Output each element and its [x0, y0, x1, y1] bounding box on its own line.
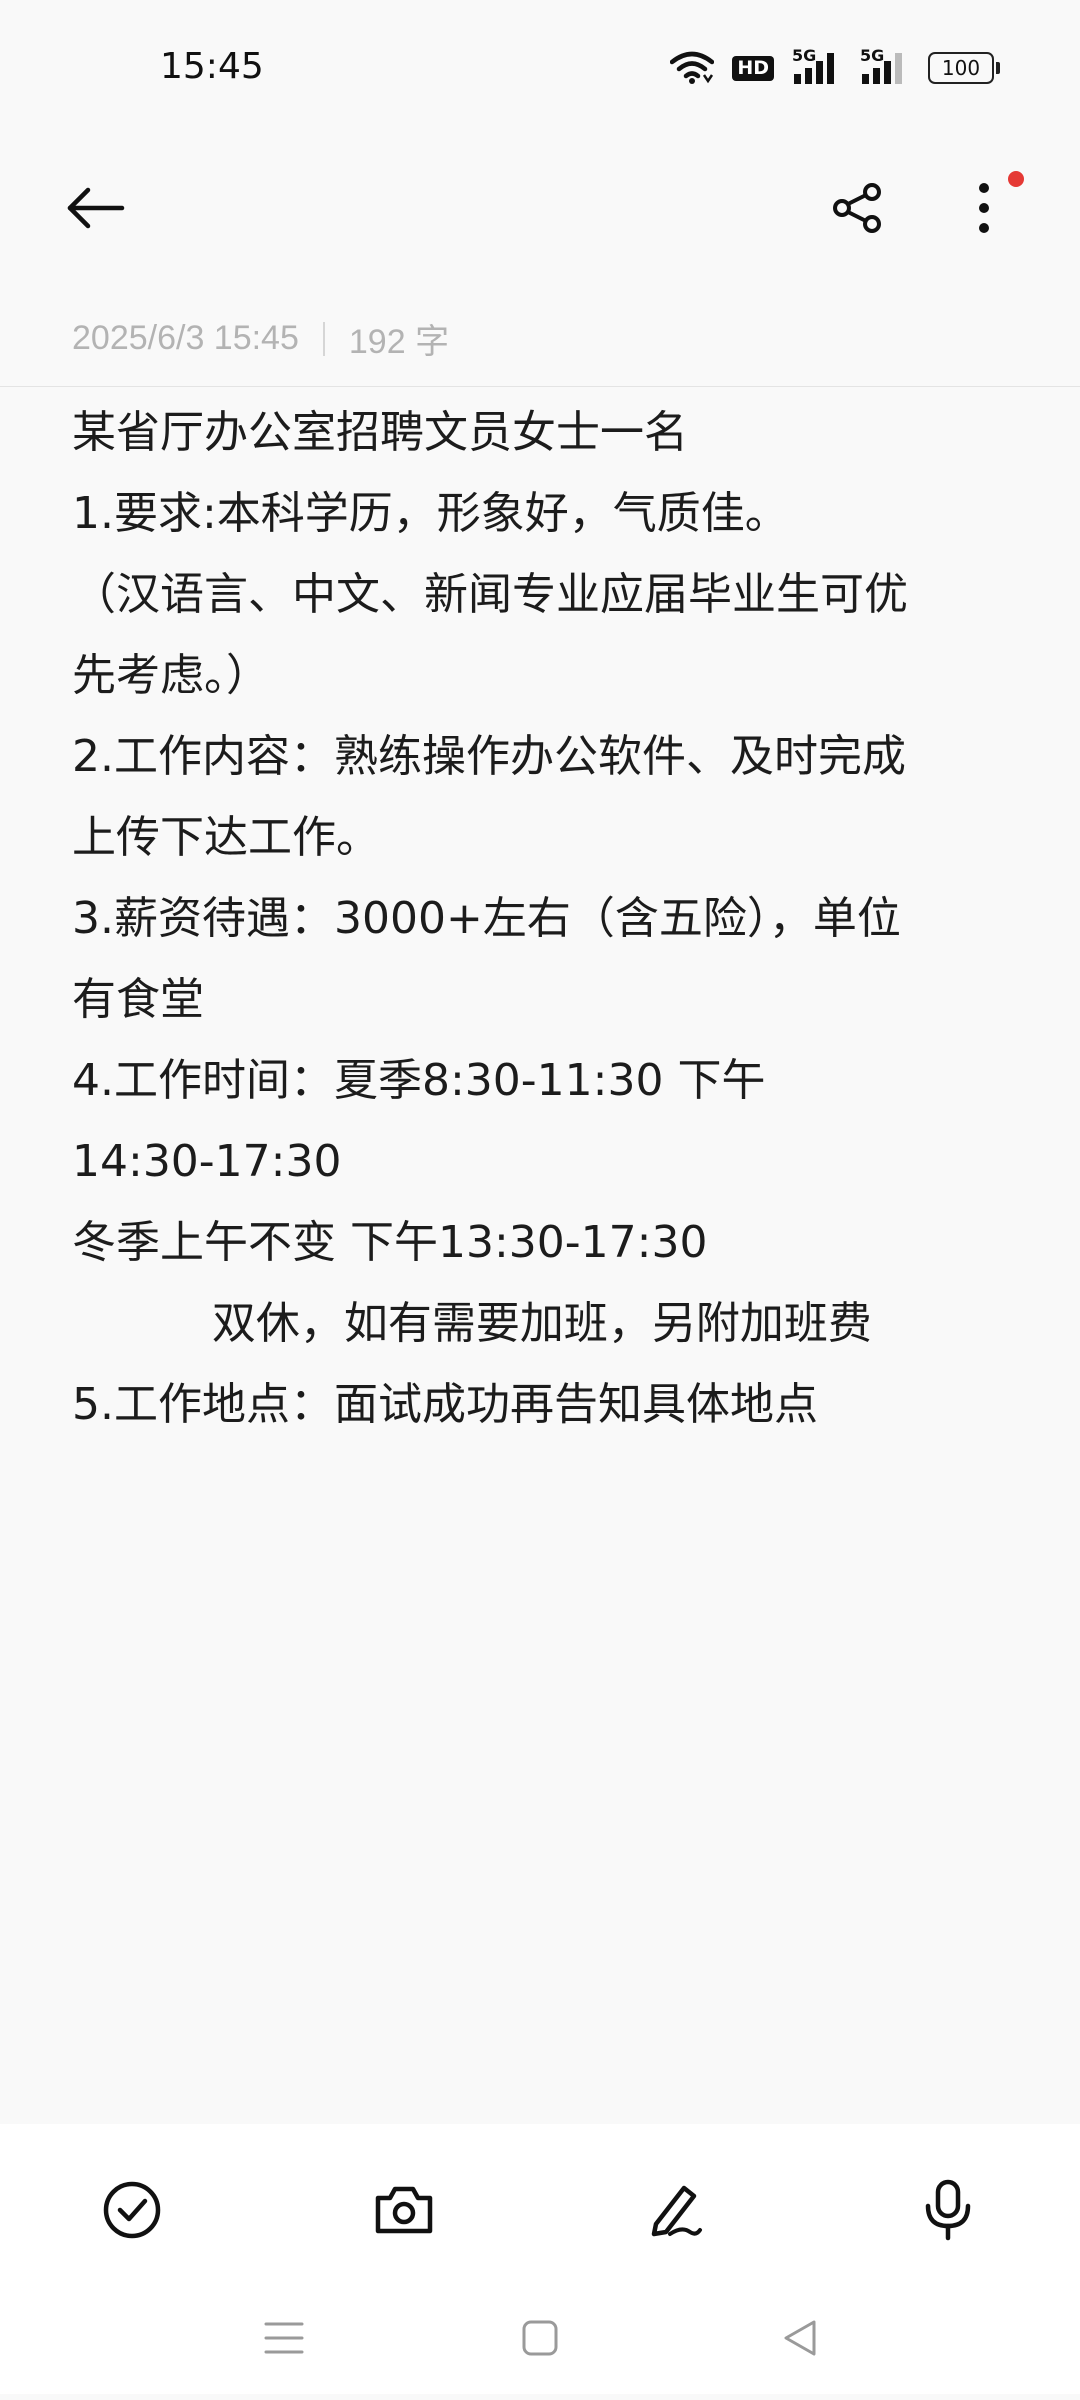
note-line: 14:30-17:30 — [72, 1136, 342, 1187]
back-triangle-icon — [780, 2318, 820, 2362]
note-line: 2.工作内容：熟练操作办公软件、及时完成 — [72, 731, 906, 782]
home-button[interactable] — [500, 2300, 580, 2380]
handwriting-button[interactable] — [628, 2164, 724, 2260]
note-line: 1.要求:本科学历，形象好，气质佳。 — [72, 488, 789, 539]
meta-separator — [322, 321, 325, 356]
checklist-icon — [101, 2179, 163, 2245]
system-back-button[interactable] — [760, 2300, 840, 2380]
more-vertical-icon — [974, 180, 994, 240]
share-icon — [830, 180, 886, 240]
back-button[interactable] — [56, 170, 136, 250]
note-line: 冬季上午不变 下午13:30-17:30 — [72, 1217, 708, 1268]
microphone-icon — [923, 2178, 973, 2246]
battery-tip — [996, 62, 1000, 74]
checklist-button[interactable] — [84, 2164, 180, 2260]
note-word-count: 192 字 — [348, 323, 450, 361]
note-line: 有食堂 — [72, 974, 204, 1025]
note-content[interactable]: 某省厅办公室招聘文员女士一名 1.要求:本科学历，形象好，气质佳。 （汉语言、中… — [72, 392, 1008, 1445]
status-icons: HD 5G 5G 100 — [670, 46, 1000, 90]
note-date-time: 2025/6/3 15:45 — [72, 319, 299, 357]
signal-1-label: 5G — [792, 46, 817, 65]
note-line: 某省厅办公室招聘文员女士一名 — [72, 407, 688, 458]
note-line: 上传下达工作。 — [72, 812, 380, 863]
note-line: 双休，如有需要加班，另附加班费 — [72, 1298, 872, 1349]
camera-button[interactable] — [356, 2164, 452, 2260]
note-line: 5.工作地点：面试成功再告知具体地点 — [72, 1379, 818, 1430]
hd-voice-icon: HD — [732, 55, 774, 81]
note-line: 先考虑。） — [72, 650, 270, 701]
voice-input-button[interactable] — [900, 2164, 996, 2260]
system-nav-bar — [0, 2280, 1080, 2390]
signal-2-label: 5G — [860, 46, 885, 65]
battery-icon: 100 — [928, 52, 1000, 84]
camera-icon — [372, 2182, 436, 2242]
wifi-icon — [670, 51, 715, 85]
note-line: 4.工作时间：夏季8:30-11:30 下午 — [72, 1055, 766, 1106]
home-icon — [520, 2318, 560, 2362]
status-time: 15:45 — [160, 46, 264, 87]
note-line: 3.薪资待遇：3000+左右（含五险），单位 — [72, 893, 901, 944]
recent-apps-button[interactable] — [244, 2300, 324, 2380]
notification-dot — [1008, 171, 1024, 187]
signal-5g-icon: 5G — [792, 46, 842, 86]
signal-5g-icon: 5G — [860, 46, 910, 86]
header-divider — [0, 386, 1080, 387]
app-bar — [0, 160, 1080, 260]
menu-icon — [264, 2320, 304, 2360]
arrow-left-icon — [66, 186, 126, 234]
note-meta: 2025/6/3 15:45 192 字 — [72, 314, 449, 363]
note-line: （汉语言、中文、新闻专业应届毕业生可优 — [72, 569, 908, 620]
note-editor-screen: 15:45 HD 5G 5G 100 2025/6/3 15:45 192 字 … — [0, 0, 1080, 2400]
battery-level: 100 — [928, 52, 994, 84]
share-button[interactable] — [818, 170, 898, 250]
pen-icon — [646, 2180, 706, 2244]
status-bar: 15:45 HD 5G 5G 100 — [0, 0, 1080, 130]
